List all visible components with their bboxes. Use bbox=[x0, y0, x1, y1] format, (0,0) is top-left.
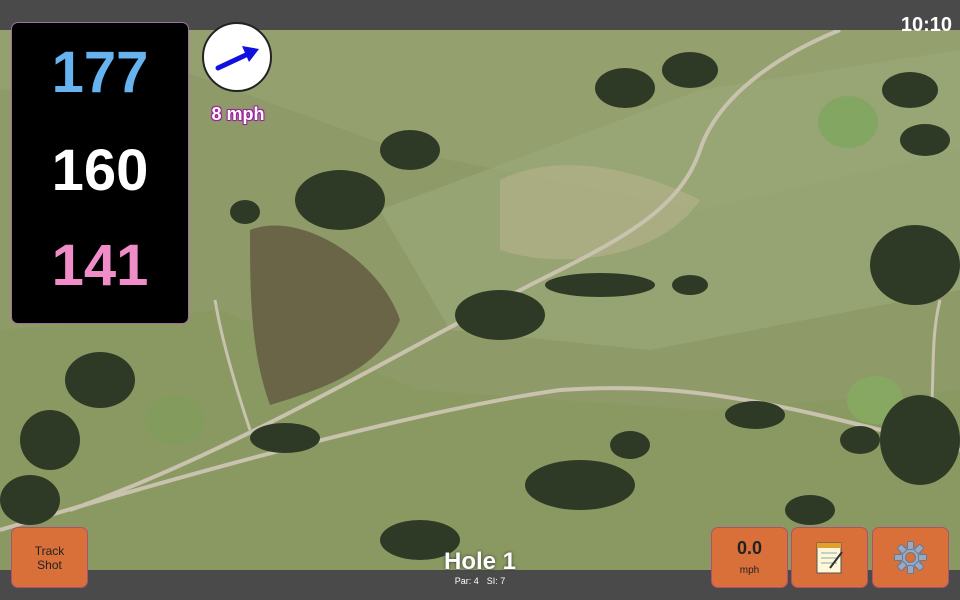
distance-middle: 160 bbox=[51, 138, 149, 203]
notes-button[interactable] bbox=[792, 528, 867, 587]
gear-icon bbox=[894, 541, 927, 574]
distance-front: 141 bbox=[51, 233, 149, 298]
track-shot-label-line2: Shot bbox=[37, 558, 62, 572]
distance-panel: 177 160 141 bbox=[12, 23, 188, 323]
wind-speed: 8 mph bbox=[211, 104, 265, 124]
notepad-icon bbox=[816, 542, 843, 574]
clock: 10:10 bbox=[900, 14, 952, 36]
wind-arrow-icon bbox=[215, 46, 259, 71]
wind-indicator bbox=[202, 22, 272, 92]
track-shot-label-line1: Track bbox=[34, 544, 65, 558]
speed-value: 0.0 bbox=[736, 538, 763, 558]
hole-stroke-index: SI: 7 bbox=[486, 576, 506, 586]
settings-button[interactable] bbox=[873, 528, 948, 587]
speed-unit: mph bbox=[739, 565, 760, 576]
hole-par: Par: 4 bbox=[454, 576, 479, 586]
distance-back: 177 bbox=[51, 40, 149, 105]
speed-button[interactable]: 0.0 mph bbox=[712, 528, 787, 587]
track-shot-button[interactable]: Track Shot bbox=[12, 528, 87, 587]
hole-title: Hole 1 bbox=[443, 548, 517, 575]
hole-meta: Par: 4 SI: 7 bbox=[380, 576, 580, 586]
